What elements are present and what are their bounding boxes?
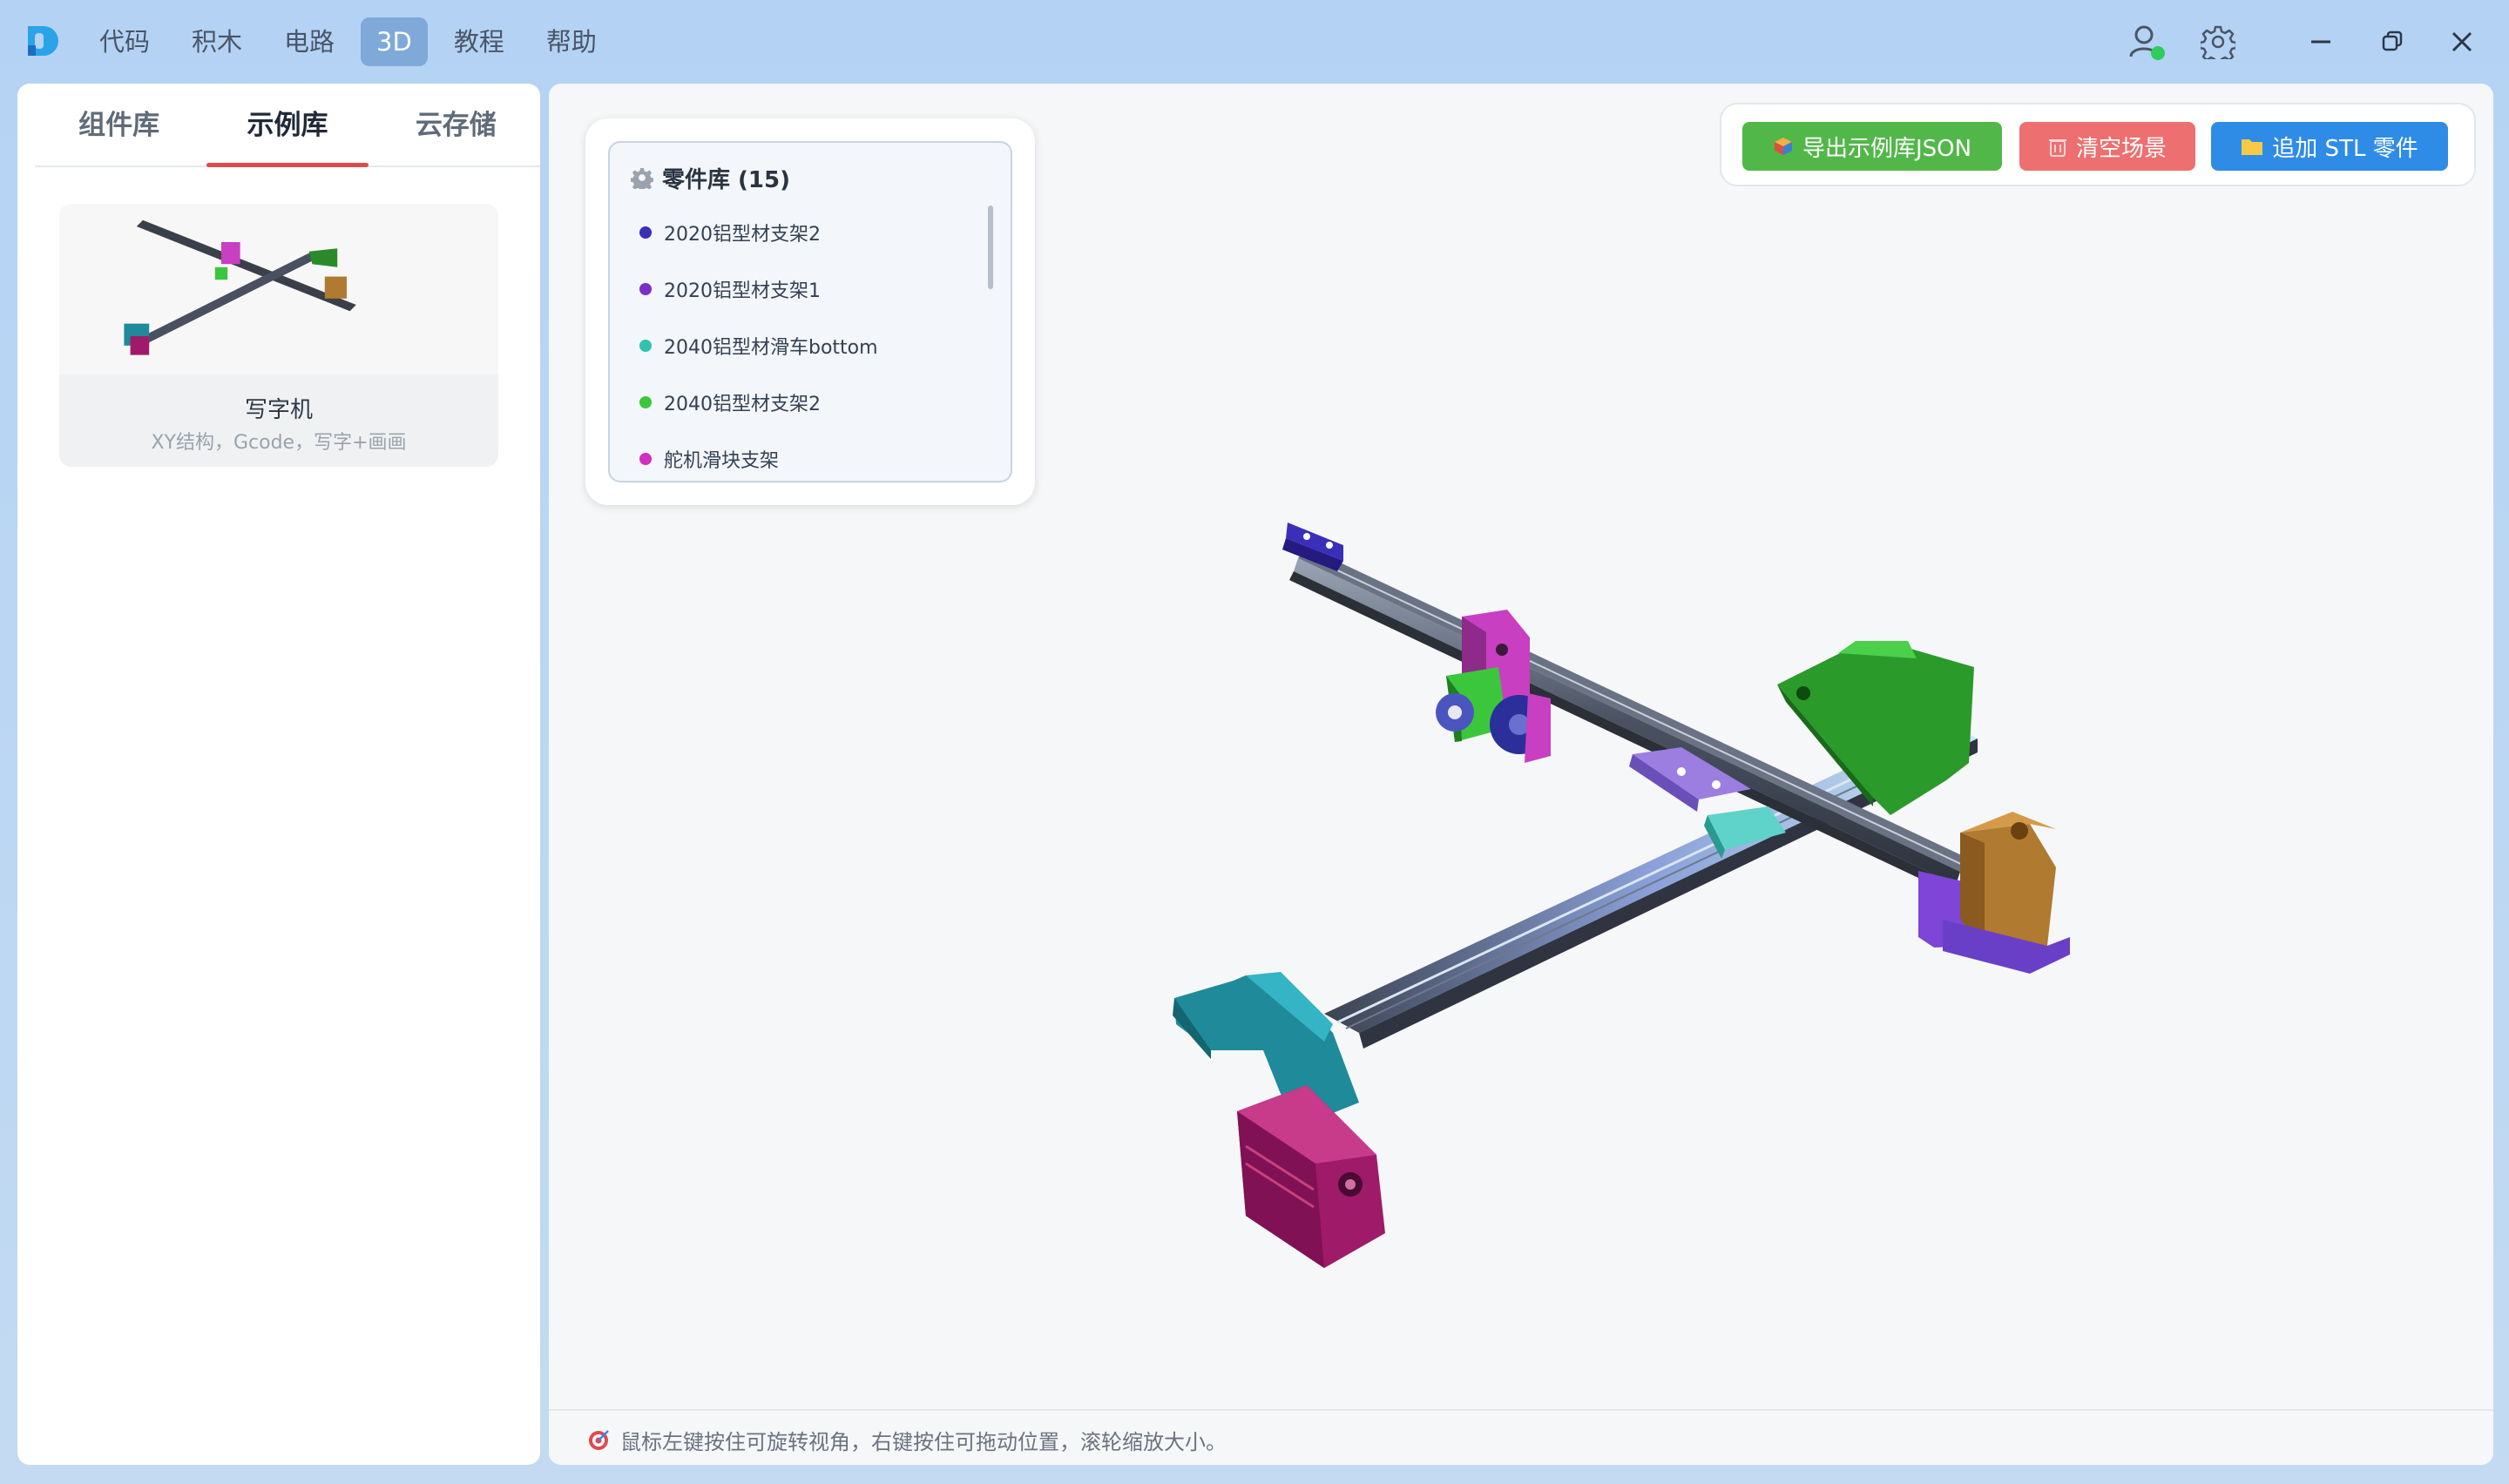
part-item[interactable]: 2020铝型材支架2 xyxy=(639,204,988,260)
menu-item-blocks[interactable]: 积木 xyxy=(176,17,258,66)
title-bar: 代码 积木 电路 3D 教程 帮助 xyxy=(0,0,2509,82)
status-bar: 鼠标左键按住可旋转视角，右键按住可拖动位置，滚轮缩放大小。 xyxy=(549,1409,2493,1465)
part-name: 2040铝型材支架2 xyxy=(664,393,821,415)
restore-button[interactable] xyxy=(2368,17,2417,66)
tab-examples[interactable]: 示例库 xyxy=(203,84,371,167)
scene-toolbar: 导出示例库JSON 清空场景 追加 STL 零件 xyxy=(1720,103,2476,186)
part-item[interactable]: 2040铝型材滑车bottom xyxy=(639,317,988,374)
settings-button[interactable] xyxy=(2194,17,2242,66)
parts-library-panel: 零件库 (15) 2020铝型材支架2 2020铝型材支架1 2040铝型材滑车… xyxy=(585,118,1035,505)
menu-item-circuit[interactable]: 电路 xyxy=(268,17,350,66)
app-logo xyxy=(28,26,58,56)
restore-icon xyxy=(2382,30,2403,51)
menu-item-3d[interactable]: 3D xyxy=(361,17,428,66)
main-menu: 代码 积木 电路 3D 教程 帮助 xyxy=(84,17,612,66)
left-panel: 组件库 示例库 云存储 写字机 XY结构，Gcode，写字+画画 xyxy=(17,84,540,1465)
status-hint: 鼠标左键按住可旋转视角，右键按住可拖动位置，滚轮缩放大小。 xyxy=(587,1425,1227,1455)
package-icon xyxy=(1774,138,1792,155)
right-stepper-motor xyxy=(1918,812,2070,974)
part-name: 舵机滑块支架 xyxy=(664,449,780,472)
user-button[interactable] xyxy=(2122,17,2171,66)
part-name: 2040铝型材滑车bottom xyxy=(664,336,878,359)
tab-components[interactable]: 组件库 xyxy=(35,84,203,165)
parts-library-title: 零件库 (15) xyxy=(662,166,790,193)
user-online-icon xyxy=(2129,25,2165,60)
export-json-button[interactable]: 导出示例库JSON xyxy=(1742,122,2002,171)
part-item[interactable]: 2040铝型材支架2 xyxy=(639,374,988,430)
writing-machine-thumbnail xyxy=(124,219,356,355)
minimize-icon xyxy=(2311,40,2330,44)
part-color-dot xyxy=(639,282,652,295)
menu-item-tutorial[interactable]: 教程 xyxy=(438,17,520,66)
part-name: 2020铝型材支架2 xyxy=(664,223,821,246)
part-item[interactable]: 舵机滑块支架 xyxy=(639,430,988,481)
minimize-button[interactable] xyxy=(2296,17,2345,66)
part-color-dot xyxy=(639,226,652,239)
folder-icon xyxy=(2242,139,2263,155)
example-title: 写字机 xyxy=(244,397,313,423)
status-hint-text: 鼠标左键按住可旋转视角，右键按住可拖动位置，滚轮缩放大小。 xyxy=(620,1430,1227,1454)
part-color-dot xyxy=(639,395,652,408)
gear-icon xyxy=(631,167,653,189)
gear-icon xyxy=(2201,25,2235,59)
add-stl-button[interactable]: 追加 STL 零件 xyxy=(2211,122,2448,171)
clear-scene-button[interactable]: 清空场景 xyxy=(2019,122,2195,171)
parts-library-header: 零件库 (15) xyxy=(631,160,790,195)
trash-icon xyxy=(2048,139,2066,157)
example-card-writing-machine[interactable]: 写字机 XY结构，Gcode，写字+画画 xyxy=(59,204,498,467)
parts-library-list-box: 零件库 (15) 2020铝型材支架2 2020铝型材支架1 2040铝型材滑车… xyxy=(608,141,1012,482)
target-icon xyxy=(589,1429,609,1450)
example-thumbnail xyxy=(59,204,498,374)
part-color-dot xyxy=(639,339,652,352)
tab-cloud-storage[interactable]: 云存储 xyxy=(372,84,540,165)
menu-item-code[interactable]: 代码 xyxy=(84,17,166,66)
export-json-label: 导出示例库JSON xyxy=(1802,135,1972,162)
panel-tabs: 组件库 示例库 云存储 xyxy=(35,84,540,167)
menu-item-help[interactable]: 帮助 xyxy=(531,17,612,66)
part-color-dot xyxy=(639,452,652,465)
close-button[interactable] xyxy=(2438,17,2486,66)
part-name: 2020铝型材支架1 xyxy=(664,280,821,302)
part-item[interactable]: 2020铝型材支架1 xyxy=(639,260,988,317)
3d-viewport[interactable]: 零件库 (15) 2020铝型材支架2 2020铝型材支架1 2040铝型材滑车… xyxy=(549,84,2493,1465)
parts-list[interactable]: 2020铝型材支架2 2020铝型材支架1 2040铝型材滑车bottom 20… xyxy=(639,204,988,481)
clear-scene-label: 清空场景 xyxy=(2075,135,2167,162)
example-description: XY结构，Gcode，写字+画画 xyxy=(151,432,407,454)
close-icon xyxy=(2452,31,2472,52)
parts-list-scrollbar[interactable] xyxy=(988,206,993,289)
add-stl-label: 追加 STL 零件 xyxy=(2272,135,2418,162)
